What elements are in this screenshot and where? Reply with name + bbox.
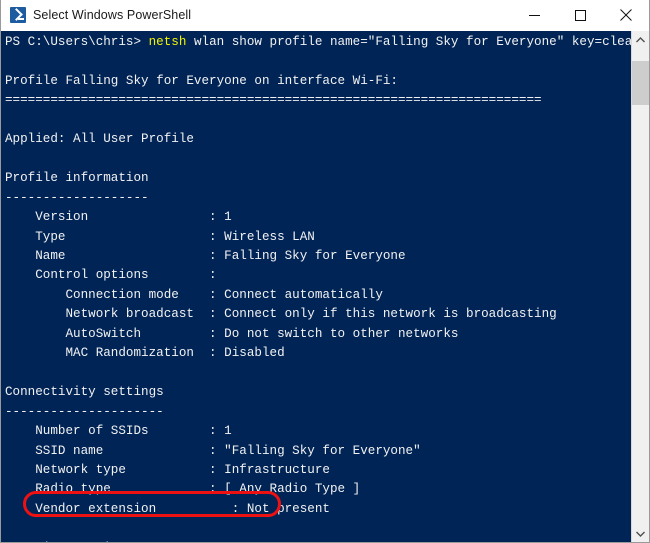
console-output-body: Profile Falling Sky for Everyone on inte…	[5, 73, 557, 542]
minimize-button[interactable]	[511, 0, 557, 30]
title-bar[interactable]: Select Windows PowerShell	[1, 0, 649, 31]
scrollbar-track[interactable]	[632, 48, 649, 525]
powershell-prompt-icon	[10, 7, 26, 23]
command-keyword: netsh	[148, 35, 187, 49]
window-title: Select Windows PowerShell	[33, 8, 192, 22]
window-controls	[511, 0, 649, 30]
powershell-window: Select Windows PowerShell PS C:\Users\ch…	[0, 0, 650, 543]
command-arguments: wlan show profile name="Falling Sky for …	[186, 35, 631, 49]
scroll-down-arrow-icon[interactable]	[632, 525, 649, 542]
console-area[interactable]: PS C:\Users\chris> netsh wlan show profi…	[1, 31, 649, 542]
prompt-text: PS C:\Users\chris>	[5, 35, 142, 49]
maximize-button[interactable]	[557, 0, 603, 30]
scrollbar-thumb[interactable]	[632, 61, 649, 105]
console-scrollbar[interactable]	[631, 31, 649, 542]
close-button[interactable]	[603, 0, 649, 30]
scroll-up-arrow-icon[interactable]	[632, 31, 649, 48]
console-output: PS C:\Users\chris> netsh wlan show profi…	[5, 33, 631, 542]
console-text-surface[interactable]: PS C:\Users\chris> netsh wlan show profi…	[1, 31, 631, 542]
prompt-line: PS C:\Users\chris> netsh wlan show profi…	[5, 35, 631, 49]
